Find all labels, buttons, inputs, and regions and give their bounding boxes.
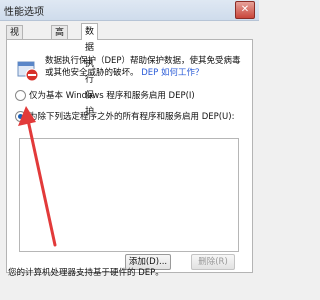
radio-basic-windows-only-label[interactable]: 仅为基本 Windows 程序和服务启用 DEP(I) [29, 89, 195, 101]
remove-button[interactable]: 删除(R) [191, 254, 235, 270]
dep-help-link[interactable]: DEP 如何工作？ [141, 68, 203, 78]
excluded-programs-list[interactable] [19, 138, 239, 252]
tab-advanced[interactable]: 高级 [51, 25, 69, 52]
hardware-dep-status: 您的计算机处理器支持基于硬件的 DEP。 [8, 268, 164, 278]
tab-dep[interactable]: 数据执行保护 [81, 23, 99, 117]
close-button[interactable]: ✕ [235, 1, 255, 19]
radio-basic-windows-only[interactable] [15, 90, 26, 101]
dep-panel: 数据执行保护（DEP）帮助保护数据，使其免受病毒或其他安全威胁的破坏。 DEP … [6, 39, 253, 273]
shield-icon [17, 61, 39, 82]
radio-all-except-selected-label[interactable]: 为除下列选定程序之外的所有程序和服务启用 DEP(U): [29, 110, 234, 122]
tab-visual-effects[interactable]: 视觉效果 [6, 25, 24, 80]
window-titlebar: 性能选项 ✕ [0, 0, 259, 21]
dep-description: 数据执行保护（DEP）帮助保护数据，使其免受病毒或其他安全威胁的破坏。 DEP … [45, 55, 245, 79]
radio-all-except-selected[interactable] [15, 111, 26, 122]
window-title: 性能选项 [4, 7, 44, 18]
